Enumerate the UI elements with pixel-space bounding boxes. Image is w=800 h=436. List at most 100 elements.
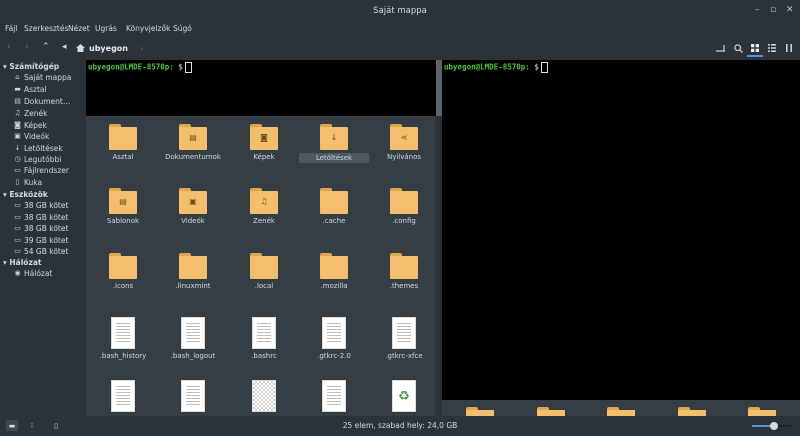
folder-item[interactable]: .config: [369, 188, 435, 225]
sidebar-item-volume[interactable]: ▭ 54 GB kötet: [14, 247, 68, 256]
folder-item[interactable]: ⋖ Nyilvános: [369, 124, 435, 161]
menu-bookmarks[interactable]: Könyvjelzők: [126, 24, 170, 33]
sidebar-item-downloads[interactable]: ↓ Letöltések: [14, 144, 63, 153]
terminal-right[interactable]: ubyegon@LMDE-8570p: $: [442, 60, 800, 400]
recycle-icon: ♻: [392, 380, 416, 412]
forward-icon[interactable]: ›: [25, 42, 29, 52]
folder-icon[interactable]: [678, 407, 706, 416]
menu-help[interactable]: Súgó: [173, 24, 192, 33]
search-icon[interactable]: [730, 41, 746, 55]
menu-edit[interactable]: Szerkesztés: [24, 24, 68, 33]
sidebar-item-music[interactable]: ♫ Zenék: [14, 109, 47, 118]
folder-icon: ♫: [250, 188, 278, 214]
file-item[interactable]: [158, 380, 228, 412]
folder-icon: ▤: [179, 124, 207, 150]
terminal-prompt: ubyegon@LMDE-8570p: $: [444, 62, 548, 73]
sidebar-item-volume[interactable]: ▭ 39 GB kötet: [14, 236, 68, 245]
folder-item[interactable]: .icons: [88, 253, 158, 290]
folder-icon: [390, 253, 418, 279]
minimize-icon[interactable]: –: [755, 5, 760, 15]
folder-icon[interactable]: [537, 407, 565, 416]
drive-icon: ▭: [14, 213, 21, 221]
sidebar-item-home[interactable]: ⌂ Saját mappa: [14, 73, 71, 82]
sidebar-item-filesystem[interactable]: ▭ Fájlrendszer: [14, 166, 69, 175]
folder-item[interactable]: ↓ Letöltések: [299, 124, 369, 163]
file-item[interactable]: [229, 380, 299, 412]
file-item[interactable]: .gtkrc-2.0: [299, 317, 369, 360]
sidebar-item-recent[interactable]: ◷ Legutóbbi: [14, 155, 61, 164]
folder-item[interactable]: .cache: [299, 188, 369, 225]
toggle-location-icon[interactable]: ◂: [62, 42, 67, 52]
sidebar-item-pictures[interactable]: ◙ Képek: [14, 121, 47, 130]
file-item[interactable]: .bash_history: [88, 317, 158, 360]
file-item[interactable]: [299, 380, 369, 412]
right-pane-file-view[interactable]: [442, 400, 800, 416]
home-icon: [76, 44, 85, 52]
file-item[interactable]: .bash_logout: [158, 317, 228, 360]
camera-icon: ◙: [14, 121, 21, 129]
folder-item[interactable]: .mozilla: [299, 253, 369, 290]
folder-item[interactable]: ▣ Videók: [158, 188, 228, 225]
sidebar-item-volume[interactable]: ▭ 38 GB kötet: [14, 213, 68, 222]
sidebar-item-volume[interactable]: ▭ 38 GB kötet: [14, 201, 68, 210]
folder-item[interactable]: ▤ Dokumentumok: [158, 124, 228, 161]
folder-icon[interactable]: [607, 407, 635, 416]
sidebar-section-devices[interactable]: ▾ Eszközök: [3, 190, 48, 199]
file-name-label: .mozilla: [320, 282, 348, 290]
sidebar-item-trash[interactable]: ▯ Kuka: [14, 178, 43, 187]
folder-item[interactable]: ▤ Sablonok: [88, 188, 158, 225]
icon-view-icon[interactable]: [747, 41, 763, 57]
file-name-label: .bashrc: [251, 352, 277, 360]
folder-item[interactable]: .local: [229, 253, 299, 290]
menu-bar: Fájl Szerkesztés Nézet Ugrás Könyvjelzők…: [0, 22, 800, 36]
folder-icon[interactable]: [748, 407, 776, 416]
folder-item[interactable]: .themes: [369, 253, 435, 290]
file-item[interactable]: ♻: [369, 380, 435, 412]
sidebar-section-computer[interactable]: ▾ Számítógép: [3, 62, 59, 71]
file-name-label: .icons: [112, 282, 134, 290]
sidebar-item-documents[interactable]: ▤ Dokument…: [14, 97, 70, 106]
up-icon[interactable]: ⌃: [42, 42, 50, 52]
terminal-prompt: ubyegon@LMDE-8570p: $: [88, 62, 192, 73]
zoom-slider-knob[interactable]: [770, 422, 778, 430]
terminal-left[interactable]: ubyegon@LMDE-8570p: $: [86, 60, 436, 116]
sidebar-item-network[interactable]: ◉ Hálózat: [14, 269, 52, 278]
file-item[interactable]: .bashrc: [229, 317, 299, 360]
list-view-icon[interactable]: [764, 41, 780, 55]
close-icon[interactable]: ✕: [786, 5, 794, 15]
folder-item[interactable]: ◙ Képek: [229, 124, 299, 161]
folder-icon: ▣: [179, 188, 207, 214]
menu-go[interactable]: Ugrás: [95, 24, 117, 33]
chevron-right-icon[interactable]: ›: [140, 44, 143, 53]
image-file-icon: [252, 380, 276, 412]
folder-icon: [109, 253, 137, 279]
folder-item[interactable]: Asztal: [88, 124, 158, 161]
drive-icon: ▭: [14, 236, 21, 244]
drive-icon: ▭: [14, 201, 21, 209]
file-item[interactable]: [88, 380, 158, 412]
network-icon: ◉: [14, 269, 21, 277]
text-file-icon: [392, 317, 416, 349]
sidebar-item-videos[interactable]: ▣ Videók: [14, 132, 49, 141]
compact-view-icon[interactable]: [781, 41, 797, 55]
file-name-label: Zenék: [253, 217, 275, 225]
menu-view[interactable]: Nézet: [68, 24, 90, 33]
sidebar-item-volume[interactable]: ▭ 38 GB kötet: [14, 224, 68, 233]
location-button[interactable]: ubyegon: [89, 44, 128, 53]
file-item[interactable]: .gtkrc-xfce: [369, 317, 435, 360]
status-text: 25 elem, szabad hely: 24,0 GB: [342, 421, 458, 430]
text-file-icon: [252, 317, 276, 349]
menu-file[interactable]: Fájl: [5, 24, 17, 33]
open-terminal-icon[interactable]: [712, 41, 728, 55]
folder-icon[interactable]: [466, 407, 494, 416]
back-icon[interactable]: ‹: [7, 42, 11, 52]
folder-item[interactable]: .linuxmint: [158, 253, 228, 290]
sidebar-item-desktop[interactable]: ▬ Asztal: [14, 85, 46, 94]
file-icon-view[interactable]: Asztal ▤ Dokumentumok ◙ Képek ↓ Letöltések ⋖ Nyi…: [86, 116, 435, 416]
maximize-icon[interactable]: ▫: [770, 5, 776, 15]
document-icon: ▤: [14, 97, 21, 105]
folder-item[interactable]: ♫ Zenék: [229, 188, 299, 225]
folder-icon: ↓: [320, 124, 348, 150]
sidebar-section-network[interactable]: ▾ Hálózat: [3, 258, 41, 267]
zoom-slider[interactable]: [752, 422, 792, 430]
